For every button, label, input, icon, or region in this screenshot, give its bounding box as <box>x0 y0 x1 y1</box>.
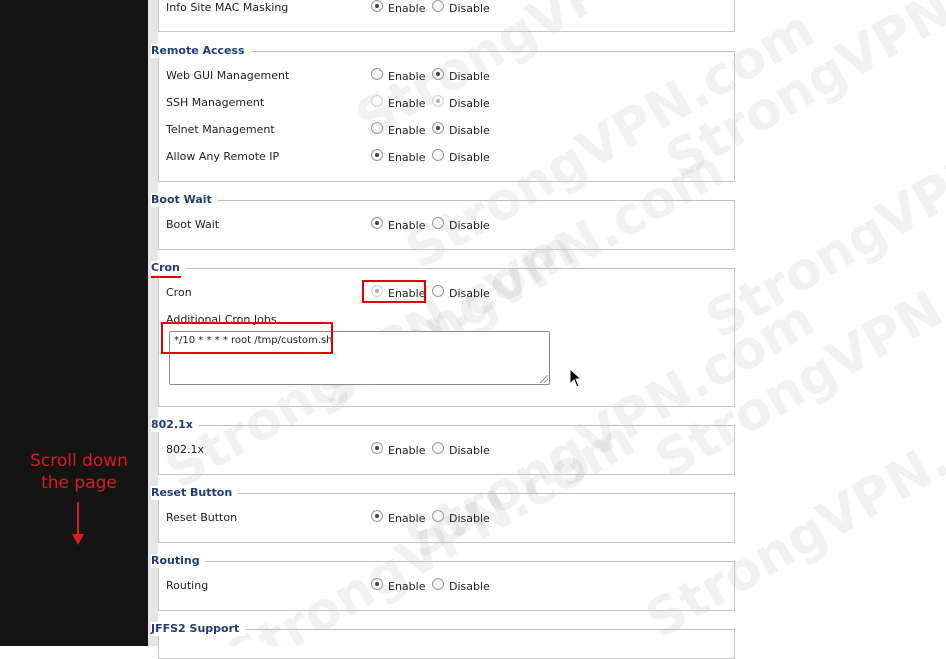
cron-title-underline <box>151 276 181 278</box>
radio-icon[interactable] <box>432 0 444 12</box>
radio-icon[interactable] <box>432 149 444 161</box>
radio-icon[interactable] <box>432 95 444 107</box>
dot1x-box <box>158 425 735 475</box>
web-gui-management-label: Web GUI Management <box>166 69 290 82</box>
routing-box <box>158 561 735 611</box>
radio-icon[interactable] <box>432 442 444 454</box>
mouse-cursor-icon <box>569 368 583 388</box>
telnet-management-label: Telnet Management <box>166 123 275 136</box>
radio-icon[interactable] <box>371 149 383 161</box>
radio-icon[interactable] <box>371 122 383 134</box>
section-title-802-1x: 802.1x <box>151 418 199 432</box>
radio-icon[interactable] <box>432 285 444 297</box>
radio-icon[interactable] <box>432 122 444 134</box>
radio-icon[interactable] <box>432 217 444 229</box>
radio-icon[interactable] <box>432 510 444 522</box>
radio-icon[interactable] <box>371 217 383 229</box>
ssh-management-label: SSH Management <box>166 96 265 109</box>
scroll-annotation: Scroll down the page <box>0 450 158 494</box>
cron-jobs-value: */10 * * * * root /tmp/custom.sh <box>174 335 333 346</box>
routing-label: Routing <box>166 579 209 592</box>
radio-icon[interactable] <box>371 68 383 80</box>
section-title-routing: Routing <box>151 554 206 568</box>
info-site-mac-masking-label: Info Site MAC Masking <box>166 1 289 14</box>
radio-icon[interactable] <box>432 68 444 80</box>
section-title-reset-button: Reset Button <box>151 486 239 500</box>
annotation-line-1: Scroll down <box>30 451 128 471</box>
section-title-remote-access: Remote Access <box>151 44 251 58</box>
dot1x-label: 802.1x <box>166 443 205 456</box>
radio-icon[interactable] <box>371 0 383 12</box>
boot-wait-box <box>158 200 735 250</box>
radio-icon[interactable] <box>371 285 383 297</box>
cron-label: Cron <box>166 286 192 299</box>
additional-cron-jobs-label: Additional Cron Jobs <box>166 313 277 326</box>
allow-any-remote-ip-label: Allow Any Remote IP <box>166 150 280 163</box>
annotation-line-2: the page <box>41 473 117 493</box>
left-panel <box>0 0 148 646</box>
arrow-down-icon <box>72 502 84 545</box>
section-title-jffs2-support: JFFS2 Support <box>151 622 246 636</box>
cron-jobs-textarea[interactable]: */10 * * * * root /tmp/custom.sh <box>169 331 550 385</box>
radio-icon[interactable] <box>371 442 383 454</box>
reset-button-box <box>158 493 735 543</box>
scroll-gutter <box>148 0 158 646</box>
boot-wait-label: Boot Wait <box>166 218 220 231</box>
section-title-cron: Cron <box>151 261 186 275</box>
radio-icon[interactable] <box>371 578 383 590</box>
radio-icon[interactable] <box>371 510 383 522</box>
resize-handle-icon[interactable] <box>540 375 548 383</box>
section-title-boot-wait: Boot Wait <box>151 193 218 207</box>
radio-icon[interactable] <box>432 578 444 590</box>
reset-button-label: Reset Button <box>166 511 238 524</box>
radio-icon[interactable] <box>371 95 383 107</box>
